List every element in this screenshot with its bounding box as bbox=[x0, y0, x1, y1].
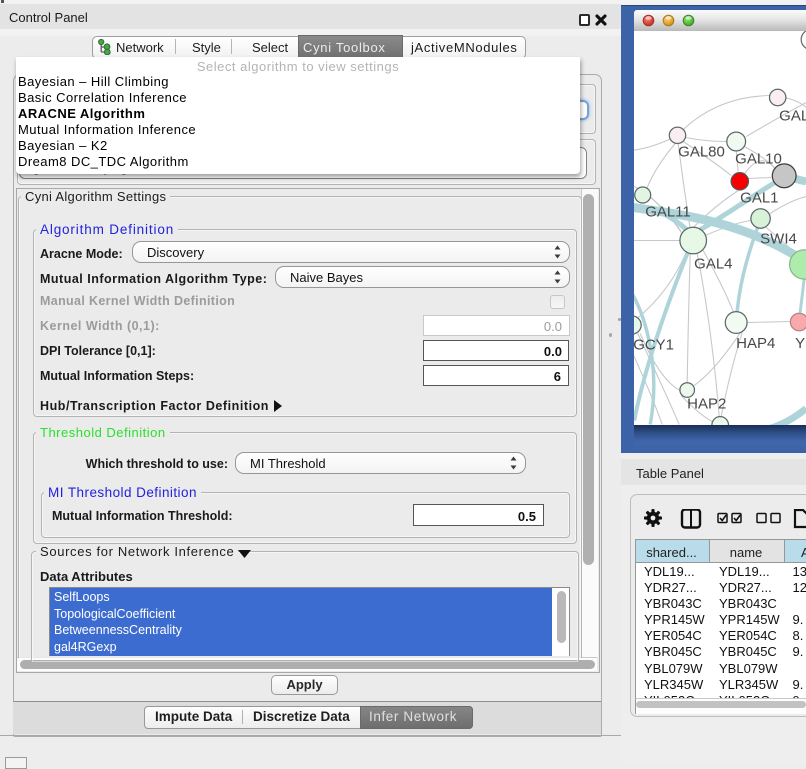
svg-text:GAL7: GAL7 bbox=[779, 107, 806, 124]
svg-text:HAP4: HAP4 bbox=[736, 334, 775, 351]
svg-text:GAL11: GAL11 bbox=[645, 203, 691, 220]
svg-text:GAL10: GAL10 bbox=[735, 150, 782, 167]
svg-text:GCY1: GCY1 bbox=[634, 336, 674, 353]
svg-text:SWI4: SWI4 bbox=[760, 230, 797, 247]
svg-text:GAL4: GAL4 bbox=[694, 255, 732, 272]
svg-text:GAL1: GAL1 bbox=[740, 189, 778, 206]
svg-text:YL: YL bbox=[795, 334, 806, 351]
svg-text:HAP2: HAP2 bbox=[687, 395, 726, 412]
svg-text:GAL80: GAL80 bbox=[678, 143, 725, 160]
